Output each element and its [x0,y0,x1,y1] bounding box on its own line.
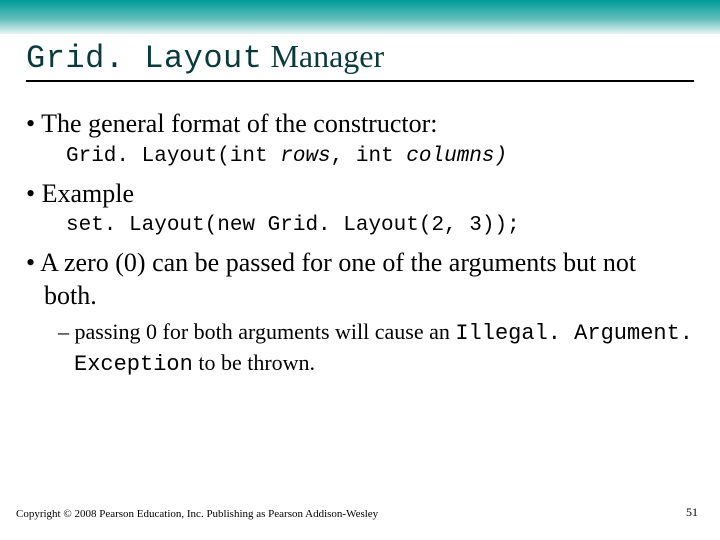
header-gradient [0,0,720,34]
copyright-text: Copyright © 2008 Pearson Education, Inc.… [16,508,378,520]
bullet-constructor-format: The general format of the constructor: [26,108,694,141]
sub-text-c: to be thrown. [193,350,315,375]
code-constructor-signature: Grid. Layout(int rows, int columns) [66,145,694,168]
bullet-zero-arg: A zero (0) can be passed for one of the … [26,247,694,312]
bullet-example: Example [26,178,694,211]
code-italic-columns: columns) [406,145,507,168]
code-part: Grid. Layout(int [66,145,280,168]
code-italic-rows: rows [280,145,330,168]
subbullet-exception: passing 0 for both arguments will cause … [58,318,694,379]
title-mono: Grid. Layout [26,40,262,77]
slide-body: The general format of the constructor: G… [26,108,694,385]
title-serif: Manager [262,38,384,74]
page-number: 51 [686,505,698,520]
slide-title: Grid. Layout Manager [26,38,384,77]
code-example-call: set. Layout(new Grid. Layout(2, 3)); [66,214,694,237]
sub-text-a: passing 0 for both arguments will cause … [75,319,456,344]
code-part: , int [331,145,407,168]
title-underline [26,80,694,82]
